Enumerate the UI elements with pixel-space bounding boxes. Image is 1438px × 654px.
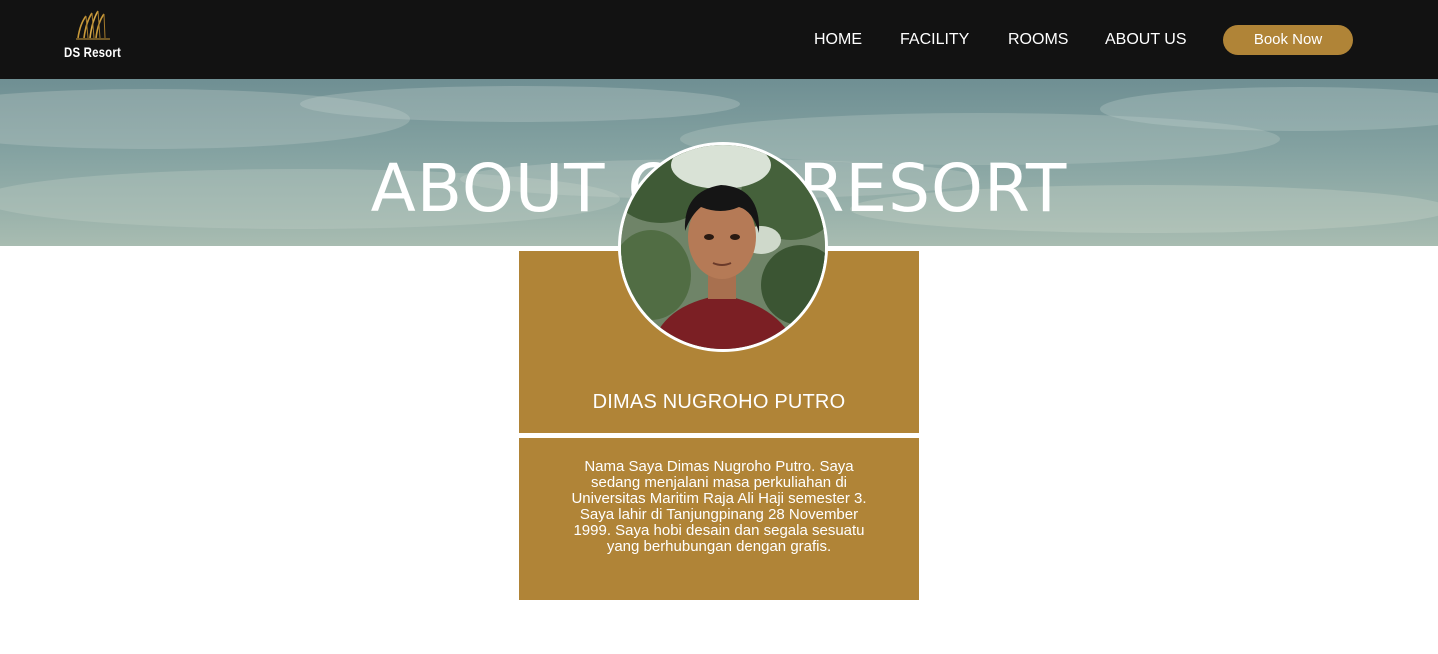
brand-name: DS Resort — [64, 44, 121, 60]
profile-bio: Nama Saya Dimas Nugroho Putro. Saya seda… — [571, 458, 867, 555]
nav-facility[interactable]: FACILITY — [900, 30, 969, 50]
profile-avatar — [618, 142, 828, 352]
top-navbar: DS Resort HOME FACILITY ROOMS ABOUT US B… — [0, 0, 1438, 79]
resort-sail-icon — [76, 10, 110, 40]
profile-name: DIMAS NUGROHO PUTRO — [592, 391, 846, 413]
nav-rooms[interactable]: ROOMS — [1008, 30, 1068, 50]
nav-home[interactable]: HOME — [814, 30, 862, 50]
book-now-button[interactable]: Book Now — [1223, 25, 1353, 55]
profile-photo — [621, 145, 825, 349]
nav-about-us[interactable]: ABOUT US — [1105, 30, 1187, 50]
brand-logo[interactable]: DS Resort — [62, 10, 124, 64]
